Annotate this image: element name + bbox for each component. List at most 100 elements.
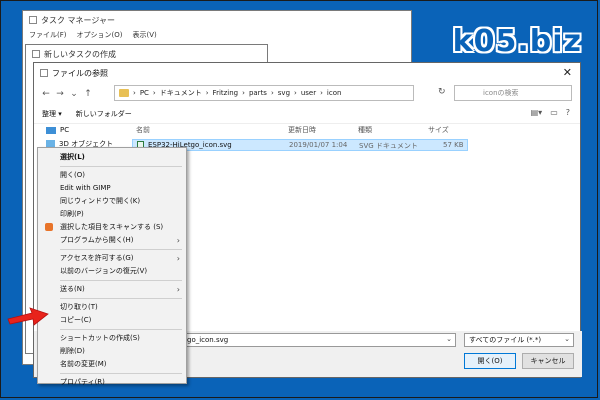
open-button[interactable]: 開く(O) <box>464 353 516 369</box>
context-menu-label: 送る(N) <box>60 285 85 293</box>
context-menu-item[interactable]: プロパティ(R) <box>38 376 186 389</box>
refresh-icon[interactable]: ↻ <box>438 87 446 97</box>
context-menu-item[interactable]: アクセスを許可する(G) › <box>38 252 186 265</box>
dialog-icon <box>40 69 48 77</box>
menu-file[interactable]: ファイル(F) <box>29 30 67 40</box>
red-arrow-icon <box>7 307 49 326</box>
breadcrumb-svg[interactable]: svg <box>278 89 290 97</box>
new-task-icon <box>32 50 40 58</box>
breadcrumb-parts[interactable]: parts <box>249 89 267 97</box>
context-menu-label: ショートカットの作成(S) <box>60 334 140 342</box>
breadcrumb-documents[interactable]: ドキュメント <box>160 88 202 98</box>
menu-separator <box>60 249 182 250</box>
context-menu-item[interactable]: ショートカットの作成(S) <box>38 332 186 345</box>
column-headers: 名前 更新日時 種類 サイズ <box>132 123 562 137</box>
help-icon[interactable]: ? <box>566 108 570 117</box>
brand-watermark: k05.biz <box>452 24 582 59</box>
task-manager-icon <box>29 16 37 24</box>
dialog-toolbar: 整理 ▾ 新しいフォルダー ▤▾ ▭ ? <box>34 105 580 124</box>
chevron-down-icon: ⌄ <box>564 335 570 343</box>
chevron-down-icon[interactable]: ⌄ <box>446 335 452 343</box>
context-menu-item[interactable]: 開く(O) <box>38 169 186 182</box>
view-options-icon[interactable]: ▤▾ <box>531 108 543 117</box>
filename-value: go_icon.svg <box>187 336 229 344</box>
context-menu-item[interactable]: 選択した項目をスキャンする (S) <box>38 221 186 234</box>
menu-view[interactable]: 表示(V) <box>132 30 156 40</box>
preview-pane-icon[interactable]: ▭ <box>550 108 558 117</box>
file-size: 57 KB <box>443 141 464 149</box>
context-menu-label: 選択(L) <box>60 153 85 161</box>
task-manager-menu: ファイル(F) オプション(O) 表示(V) <box>23 29 411 41</box>
folder-icon <box>119 89 129 97</box>
pc-icon <box>46 126 56 134</box>
breadcrumb-user[interactable]: user <box>301 89 316 97</box>
column-type[interactable]: 種類 <box>358 125 372 135</box>
task-manager-titlebar: タスク マネージャー <box>23 11 411 29</box>
context-menu-label: 開く(O) <box>60 171 85 179</box>
context-menu-label: 同じウィンドウで開く(K) <box>60 197 141 205</box>
task-manager-title: タスク マネージャー <box>41 15 115 25</box>
context-menu-label: 印刷(P) <box>60 210 84 218</box>
context-menu-label: 選択した項目をスキャンする (S) <box>60 223 164 231</box>
context-menu-item[interactable]: 選択(L) <box>38 151 186 164</box>
menu-separator <box>60 280 182 281</box>
context-menu-label: 切り取り(T) <box>60 303 98 311</box>
new-folder-button[interactable]: 新しいフォルダー <box>76 109 132 119</box>
search-input[interactable]: iconの検索 <box>454 85 572 101</box>
context-menu-label: プロパティ(R) <box>60 378 105 386</box>
view-controls: ▤▾ ▭ ? <box>531 108 570 117</box>
context-menu-item[interactable]: コピー(C) <box>38 314 186 327</box>
breadcrumb-fritzing[interactable]: Fritzing <box>213 89 239 97</box>
context-menu-item[interactable]: 送る(N) › <box>38 283 186 296</box>
up-icon[interactable]: ↑ <box>82 89 94 99</box>
menu-separator <box>60 373 182 374</box>
new-task-title: 新しいタスクの作成 <box>44 49 116 59</box>
back-icon[interactable]: ← <box>40 89 52 99</box>
context-menu-item[interactable]: 削除(D) <box>38 345 186 358</box>
menu-separator <box>60 329 182 330</box>
dialog-titlebar: ファイルの参照 ✕ <box>34 63 580 83</box>
context-menu-item[interactable]: 名前の変更(M) <box>38 358 186 371</box>
context-menu-item[interactable]: 印刷(P) <box>38 208 186 221</box>
menu-separator <box>60 298 182 299</box>
filetype-select[interactable]: すべてのファイル (*.*) ⌄ <box>464 333 574 347</box>
context-menu-item[interactable]: 以前のバージョンの復元(V) <box>38 265 186 278</box>
breadcrumb-pc[interactable]: PC <box>140 89 149 97</box>
filetype-value: すべてのファイル (*.*) <box>469 336 542 344</box>
context-menu-label: コピー(C) <box>60 316 92 324</box>
recent-chevron-icon[interactable]: ⌄ <box>68 89 80 99</box>
shield-icon <box>45 223 53 231</box>
context-menu: 選択(L) 開く(O) Edit with GIMP 同じウィンドウで開く(K) 印刷(… <box>37 147 187 386</box>
dialog-title: ファイルの参照 <box>52 68 108 78</box>
file-type: SVG ドキュメント <box>359 142 418 150</box>
breadcrumb-sep-icon: › <box>133 89 136 97</box>
context-menu-item[interactable]: 切り取り(T) <box>38 301 186 314</box>
close-icon[interactable]: ✕ <box>563 66 572 79</box>
column-name[interactable]: 名前 <box>136 125 150 135</box>
context-menu-item[interactable]: Edit with GIMP <box>38 182 186 195</box>
chevron-right-icon: › <box>176 236 180 245</box>
forward-icon[interactable]: → <box>54 89 66 99</box>
organize-button[interactable]: 整理 ▾ <box>42 109 62 119</box>
context-menu-item[interactable]: 同じウィンドウで開く(K) <box>38 195 186 208</box>
cancel-button[interactable]: キャンセル <box>522 353 574 369</box>
address-bar[interactable]: › PC › ドキュメント › Fritzing › parts › svg ›… <box>114 85 414 101</box>
context-menu-label: Edit with GIMP <box>60 184 111 192</box>
context-menu-label: 名前の変更(M) <box>60 360 107 368</box>
chevron-right-icon: › <box>176 285 180 294</box>
nav-item-pc[interactable]: PC <box>34 123 124 137</box>
menu-separator <box>60 166 182 167</box>
navigation-bar: ← → ⌄ ↑ › PC › ドキュメント › Fritzing › parts… <box>34 83 580 105</box>
column-date[interactable]: 更新日時 <box>288 125 316 135</box>
context-menu-label: 削除(D) <box>60 347 85 355</box>
context-menu-label: プログラムから開く(H) <box>60 236 134 244</box>
breadcrumb-icon[interactable]: icon <box>327 89 342 97</box>
file-date: 2019/01/07 1:04 <box>289 141 348 149</box>
column-size[interactable]: サイズ <box>428 125 449 135</box>
filename-input[interactable]: go_icon.svg ⌄ <box>184 333 456 347</box>
context-menu-label: アクセスを許可する(G) <box>60 254 134 262</box>
context-menu-label: 以前のバージョンの復元(V) <box>60 267 148 275</box>
new-task-titlebar: 新しいタスクの作成 <box>26 45 267 63</box>
menu-options[interactable]: オプション(O) <box>77 30 123 40</box>
context-menu-item[interactable]: プログラムから開く(H) › <box>38 234 186 247</box>
